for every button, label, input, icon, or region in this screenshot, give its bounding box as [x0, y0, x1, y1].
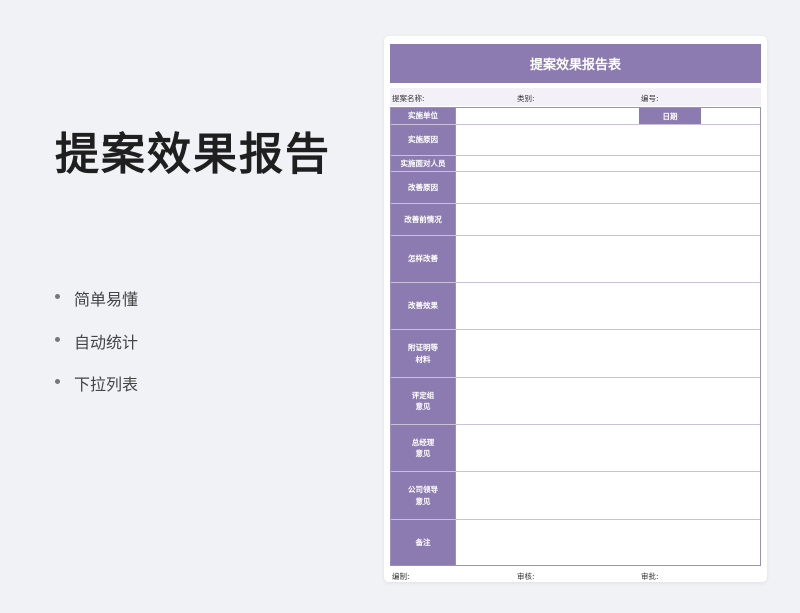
page-title: 提案效果报告 — [55, 129, 331, 180]
form-row: 附证明等 材料 — [391, 330, 760, 378]
row-value-cell[interactable] — [455, 125, 760, 155]
row-value-cell[interactable] — [455, 108, 760, 124]
form-row: 评定组 意见 — [391, 378, 760, 425]
bullet-icon — [55, 379, 60, 384]
bullet-icon — [55, 336, 60, 342]
row-label: 改善原因 — [391, 172, 455, 203]
proposal-name-label: 提案名称: — [392, 94, 425, 103]
row-label: 公司领导 意见 — [391, 472, 455, 519]
approved-by-label: 审批: — [641, 572, 659, 581]
form-row: 改善效果 — [391, 283, 760, 330]
row-value-cell[interactable] — [455, 472, 760, 519]
category-label: 类别: — [517, 94, 535, 103]
row-value-cell[interactable] — [455, 204, 760, 235]
form-title: 提案效果报告表 — [390, 44, 761, 83]
form-row: 改善前情况 — [391, 204, 760, 236]
row-label: 备注 — [391, 520, 455, 565]
form-row: 实施原因 — [391, 125, 760, 156]
row-value-cell[interactable] — [455, 283, 760, 329]
row-label: 改善效果 — [391, 283, 455, 329]
form-row: 改善原因 — [391, 172, 760, 204]
row-value-cell[interactable] — [455, 520, 760, 565]
form-row: 怎样改善 — [391, 236, 760, 283]
form-row: 备注 — [391, 520, 760, 565]
feature-item: 简单易懂 — [55, 286, 138, 329]
bullet-icon — [55, 294, 60, 299]
form-row: 公司领导 意见 — [391, 472, 760, 520]
number-label: 编号: — [641, 94, 659, 103]
row-value-cell[interactable] — [455, 236, 760, 282]
form-row: 实施单位 日期 — [391, 108, 760, 125]
feature-list: 简单易懂 自动统计 下拉列表 — [55, 286, 138, 414]
row-value-cell[interactable] — [455, 156, 760, 171]
row-label: 评定组 意见 — [391, 378, 455, 424]
feature-label: 下拉列表 — [74, 375, 139, 394]
form-row: 实施面对人员 — [391, 156, 760, 172]
reviewed-by-label: 审核: — [517, 572, 535, 581]
feature-item: 下拉列表 — [55, 371, 138, 414]
row-label: 实施单位 — [391, 108, 455, 124]
row-label: 实施面对人员 — [391, 156, 455, 171]
form-meta-row: 提案名称: 类别: 编号: — [390, 88, 761, 106]
feature-item: 自动统计 — [55, 329, 138, 372]
row-value-cell[interactable] — [455, 425, 760, 471]
row-label: 附证明等 材料 — [391, 330, 455, 377]
prepared-by-label: 编制: — [392, 572, 410, 581]
date-label: 日期 — [639, 108, 701, 124]
row-label: 怎样改善 — [391, 236, 455, 282]
feature-label: 简单易懂 — [74, 290, 139, 309]
form-footer-row: 编制: 审核: 审批: — [390, 566, 761, 582]
row-value-cell[interactable] — [455, 378, 760, 424]
row-value-cell[interactable] — [455, 330, 760, 377]
feature-label: 自动统计 — [74, 332, 139, 352]
report-form-preview: 提案效果报告表 提案名称: 类别: 编号: 实施单位 日期 实施原因 实施面对人… — [384, 36, 767, 582]
form-grid: 实施单位 日期 实施原因 实施面对人员 改善原因 改善前情况 怎样改善 改善效果 — [390, 107, 761, 566]
row-value-cell[interactable] — [455, 172, 760, 203]
form-row: 总经理 意见 — [391, 425, 760, 472]
row-label: 总经理 意见 — [391, 425, 455, 471]
row-label: 改善前情况 — [391, 204, 455, 235]
row-label: 实施原因 — [391, 125, 455, 155]
